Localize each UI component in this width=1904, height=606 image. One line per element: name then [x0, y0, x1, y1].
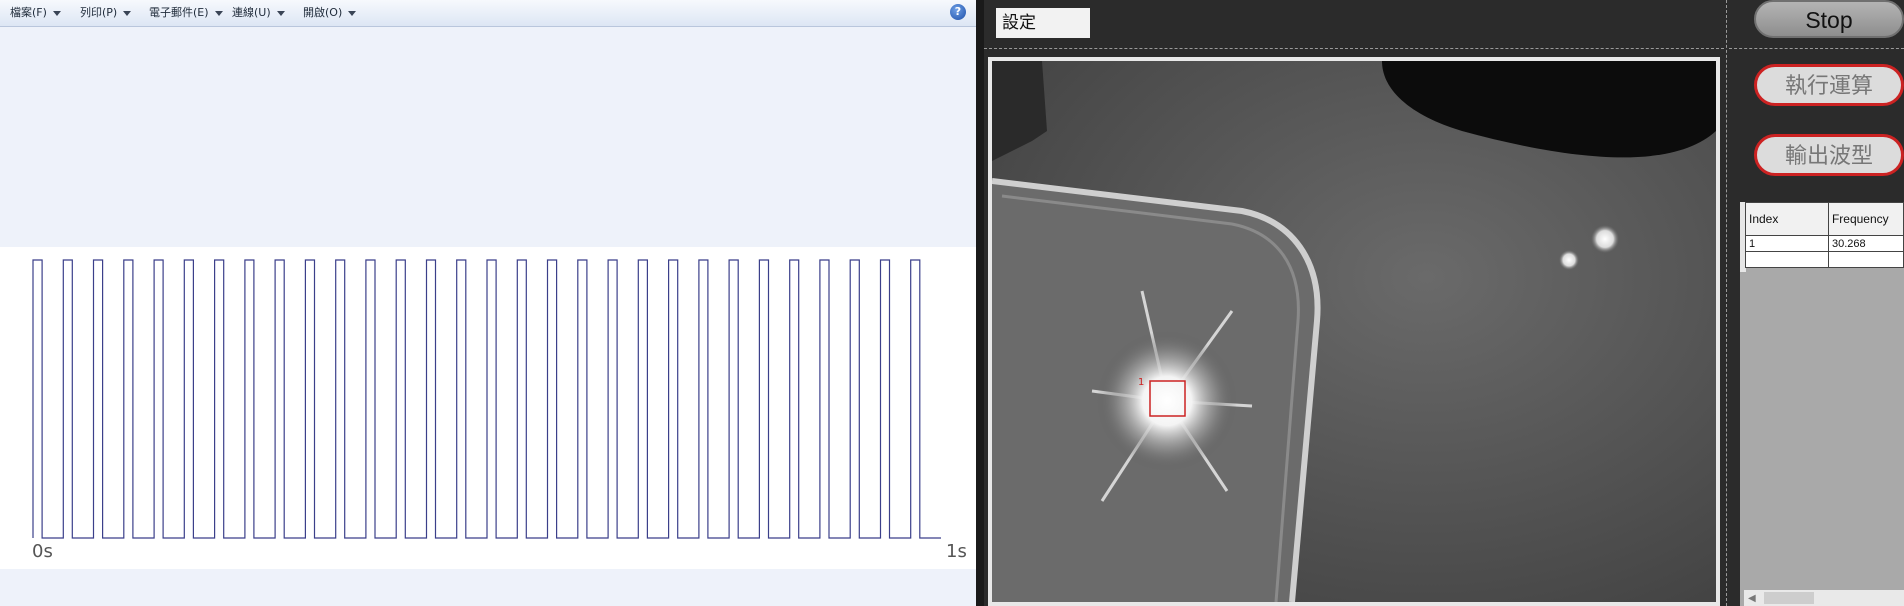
- chevron-down-icon: [214, 10, 223, 16]
- table-row[interactable]: [1745, 251, 1904, 268]
- camera-image: 1: [992, 61, 1716, 602]
- settings-tab[interactable]: 設定: [996, 8, 1090, 38]
- x-axis-start-label: 0s: [32, 541, 53, 562]
- menu-open[interactable]: 開啟(O): [303, 4, 357, 20]
- separator: [984, 48, 1724, 49]
- separator: [1726, 0, 1727, 606]
- horizontal-scrollbar[interactable]: ◀: [1744, 590, 1904, 606]
- question-circle-icon[interactable]: ?: [950, 4, 966, 20]
- results-table: Index Frequency 1 30.268: [1745, 202, 1904, 268]
- cell-index[interactable]: [1745, 251, 1829, 268]
- output-waveform-button[interactable]: 輸出波型: [1754, 134, 1904, 176]
- square-wave-line: [32, 259, 941, 539]
- cell-frequency[interactable]: 30.268: [1827, 235, 1904, 252]
- pane-divider[interactable]: [976, 0, 984, 606]
- table-header-row: Index Frequency: [1745, 202, 1904, 236]
- cell-frequency[interactable]: [1827, 251, 1904, 268]
- separator: [1729, 48, 1904, 49]
- menu-file[interactable]: 檔案(F): [10, 4, 61, 20]
- cell-index[interactable]: 1: [1745, 235, 1829, 252]
- menu-connect[interactable]: 連線(U): [232, 4, 285, 20]
- menu-print[interactable]: 列印(P): [80, 4, 132, 20]
- report-pane: 檔案(F) 列印(P) 電子郵件(E) 連線(U) 開啟(O) ? 0s 1s: [0, 0, 976, 606]
- scrollbar-thumb[interactable]: [1764, 592, 1814, 604]
- menu-email[interactable]: 電子郵件(E): [149, 4, 223, 20]
- chevron-down-icon: [52, 10, 61, 16]
- menu-bar: 檔案(F) 列印(P) 電子郵件(E) 連線(U) 開啟(O) ?: [0, 0, 976, 27]
- stop-button[interactable]: Stop: [1754, 0, 1904, 38]
- roi-tag-label: 1: [1138, 377, 1144, 388]
- chevron-down-icon: [123, 10, 132, 16]
- table-row[interactable]: 1 30.268: [1745, 235, 1904, 252]
- run-calculation-button[interactable]: 執行運算: [1754, 64, 1904, 106]
- column-header-index[interactable]: Index: [1745, 202, 1829, 236]
- camera-view[interactable]: 1: [988, 57, 1720, 606]
- chevron-down-icon: [348, 10, 357, 16]
- camera-app: 設定 1 Stop 執行運算 輸出波型 Index Frequency 1 30…: [984, 0, 1904, 606]
- chevron-down-icon: [276, 10, 285, 16]
- chevron-left-icon[interactable]: ◀: [1748, 593, 1756, 604]
- square-wave-plot: [32, 259, 941, 539]
- waveform-panel: 0s 1s: [0, 247, 976, 569]
- x-axis-end-label: 1s: [946, 541, 967, 562]
- column-header-frequency[interactable]: Frequency: [1827, 202, 1904, 236]
